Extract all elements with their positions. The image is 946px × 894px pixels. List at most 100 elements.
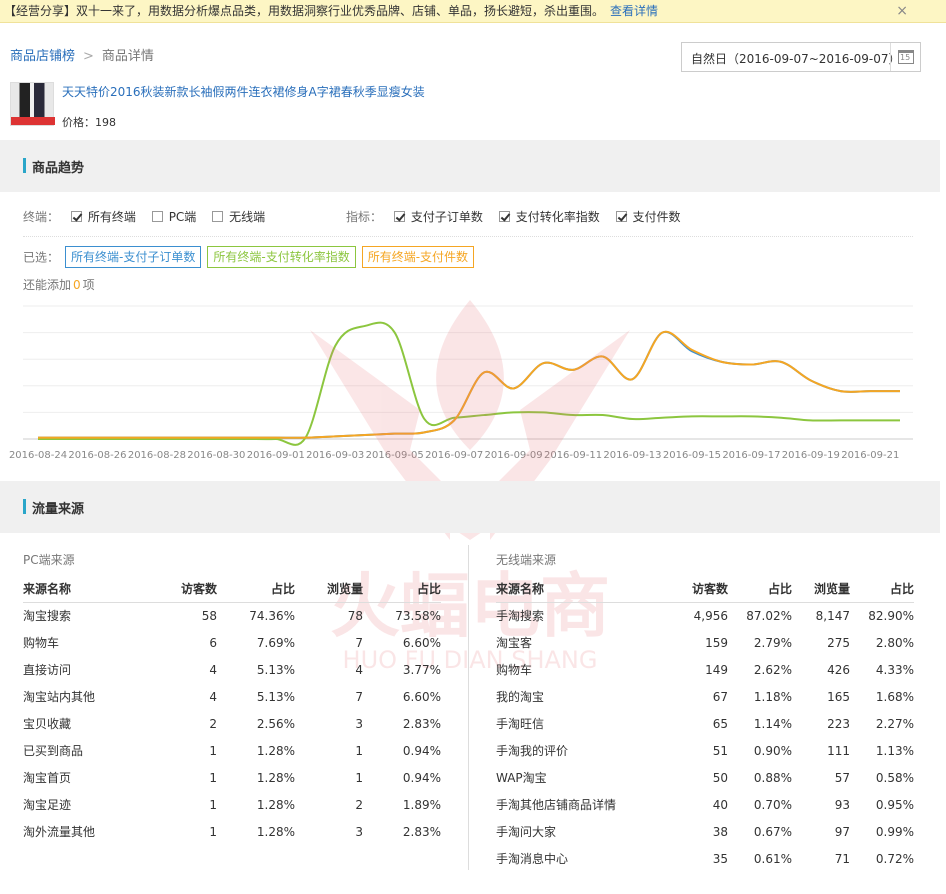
checkbox[interactable] — [615, 211, 627, 222]
table-row: 手淘搜索 4,956 87.02% 8,147 82.90% — [496, 602, 914, 629]
table-cell: 82.90% — [868, 608, 914, 623]
terminal-option-pc[interactable]: PC端 — [151, 208, 197, 225]
source-name: 手淘搜索 — [496, 609, 545, 624]
table-cell: 4 — [355, 662, 363, 677]
table-cell: 1.28% — [256, 743, 295, 758]
terminal-filter: 终端： 所有终端 PC端 无线端 — [23, 208, 277, 226]
table-cell: 78 — [347, 608, 363, 623]
terminal-option-all[interactable]: 所有终端 — [70, 208, 136, 225]
product-title-link[interactable]: 天天特价2016秋装新款长袖假两件连衣裙修身A字裙春秋季显瘦女装 — [62, 83, 425, 100]
table-cell: 5.13% — [256, 689, 295, 704]
table-cell: 74.36% — [249, 608, 295, 623]
metric-option-label: 支付子订单数 — [410, 210, 483, 224]
table-cell: 6 — [209, 635, 217, 650]
trend-line-chart[interactable]: 2016-08-24 2016-08-26 2016-08-28 2016-08-30… — [0, 296, 946, 464]
table-cell: 7 — [355, 635, 363, 650]
notice-detail-link[interactable]: 查看详情 — [610, 4, 658, 18]
table-cell: 0.58% — [875, 770, 914, 785]
panel-divider — [468, 545, 469, 870]
table-row: 购物车 6 7.69% 7 6.60% — [23, 629, 441, 656]
table-cell: 4 — [209, 689, 217, 704]
source-name: 淘宝站内其他 — [23, 690, 96, 704]
source-name: 手淘旺信 — [496, 717, 545, 731]
product-thumbnail[interactable] — [10, 82, 55, 126]
table-cell: 71 — [834, 851, 850, 866]
add-more-suffix: 项 — [82, 278, 95, 292]
x-tick-label: 2016-09-15 — [663, 450, 721, 461]
table-cell: 0.95% — [875, 797, 914, 812]
table-cell: 2.56% — [256, 716, 295, 731]
table-cell: 35 — [712, 851, 728, 866]
breadcrumb-parent-link[interactable]: 商品店铺榜 — [10, 49, 75, 64]
table-cell: 0.70% — [753, 797, 792, 812]
table-row: 已买到商品 1 1.28% 1 0.94% — [23, 737, 441, 764]
column-header: 来源名称 — [23, 575, 143, 603]
checkbox[interactable] — [151, 211, 163, 222]
x-tick-label: 2016-09-19 — [782, 450, 840, 461]
calendar-button[interactable]: 15 — [890, 43, 920, 71]
table-cell: 93 — [834, 797, 850, 812]
selected-tag[interactable]: 所有终端-支付子订单数 — [65, 246, 202, 268]
table-cell: 0.88% — [753, 770, 792, 785]
table-cell: 1.28% — [256, 797, 295, 812]
trend-section-title: 商品趋势 — [32, 161, 85, 176]
divider — [23, 236, 913, 237]
table-cell: 1.89% — [402, 797, 441, 812]
table-cell: 0.67% — [753, 824, 792, 839]
terminal-option-label: PC端 — [168, 210, 197, 224]
terminal-option-label: 所有终端 — [87, 210, 136, 224]
x-tick-label: 2016-09-01 — [247, 450, 305, 461]
checkbox[interactable] — [212, 211, 224, 222]
series-line-0[interactable] — [38, 330, 900, 439]
source-name: 淘宝足迹 — [23, 798, 72, 812]
checkbox[interactable] — [70, 211, 82, 222]
table-cell: 87.02% — [746, 608, 792, 623]
metric-option-sub-orders[interactable]: 支付子订单数 — [393, 208, 483, 225]
table-cell: 3.77% — [402, 662, 441, 677]
source-name: 我的淘宝 — [496, 690, 545, 704]
table-cell: 2.27% — [875, 716, 914, 731]
x-tick-label: 2016-09-07 — [425, 450, 483, 461]
x-tick-label: 2016-08-24 — [9, 450, 67, 461]
metric-option-items[interactable]: 支付件数 — [615, 208, 681, 225]
x-tick-label: 2016-09-05 — [366, 450, 424, 461]
table-cell: 426 — [827, 662, 850, 677]
table-cell: 159 — [705, 635, 728, 650]
table-cell: 1 — [209, 824, 217, 839]
table-cell: 1.14% — [753, 716, 792, 731]
table-cell: 7.69% — [256, 635, 295, 650]
mobile-source-table: 来源名称 访客数 占比 浏览量 占比 手淘搜索 4,956 87.02% 8,147 82.90… — [496, 575, 914, 872]
selected-tag[interactable]: 所有终端-支付件数 — [361, 246, 475, 268]
table-cell: 0.94% — [402, 770, 441, 785]
table-cell: 1.28% — [256, 770, 295, 785]
calendar-icon: 15 — [898, 50, 914, 64]
table-cell: 1.68% — [875, 689, 914, 704]
table-cell: 223 — [827, 716, 850, 731]
chevron-right-icon: > — [83, 49, 94, 64]
source-name: 直接访问 — [23, 663, 72, 677]
checkbox[interactable] — [393, 211, 405, 222]
breadcrumb: 商品店铺榜 > 商品详情 — [10, 45, 154, 64]
metric-option-conversion[interactable]: 支付转化率指数 — [498, 208, 600, 225]
source-name: 宝贝收藏 — [23, 717, 72, 731]
source-name: 淘外流量其他 — [23, 825, 96, 839]
metric-label: 指标： — [346, 210, 383, 224]
date-range-picker[interactable]: 自然日（2016-09-07~2016-09-07） 15 — [681, 42, 921, 72]
source-name: 淘宝首页 — [23, 771, 72, 785]
pc-source-table: 来源名称 访客数 占比 浏览量 占比 淘宝搜索 58 74.36% 78 73.58% 购物车 6 7… — [23, 575, 441, 845]
series-line-1[interactable] — [37, 321, 901, 446]
source-name: 已买到商品 — [23, 744, 84, 758]
table-cell: 1 — [209, 743, 217, 758]
table-cell: 165 — [827, 689, 850, 704]
close-icon[interactable]: × — [896, 0, 908, 22]
section-accent-bar — [23, 158, 26, 173]
x-tick-label: 2016-09-13 — [603, 450, 661, 461]
series-line-2[interactable] — [38, 330, 900, 439]
date-range-text: 自然日（2016-09-07~2016-09-07） — [691, 52, 901, 66]
checkbox[interactable] — [498, 211, 510, 222]
table-row: 手淘消息中心 35 0.61% 71 0.72% — [496, 845, 914, 872]
column-header: 占比 — [850, 575, 914, 603]
table-cell: 58 — [201, 608, 217, 623]
terminal-option-mobile[interactable]: 无线端 — [212, 208, 265, 225]
selected-tag[interactable]: 所有终端-支付转化率指数 — [207, 246, 356, 268]
